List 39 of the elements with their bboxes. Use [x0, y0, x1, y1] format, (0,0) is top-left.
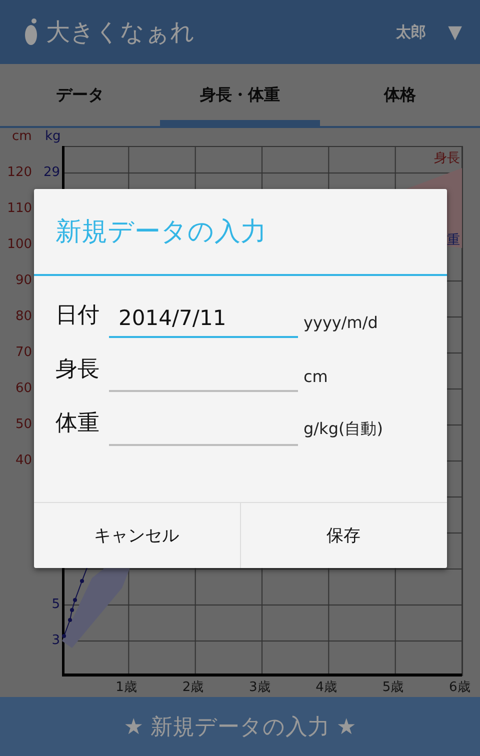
unit-label: g/kg(自動): [304, 418, 383, 440]
user-name[interactable]: 太郎: [396, 22, 426, 42]
cm-unit-label: cm: [12, 130, 32, 143]
input-field[interactable]: 2014/7/11: [108, 300, 298, 338]
field-label: 体重: [56, 410, 100, 438]
age-tick-label: 1歳: [116, 681, 137, 694]
kg-tick-label: 29: [43, 166, 60, 179]
legend-label: 重: [447, 234, 460, 247]
field-label: 身長: [56, 356, 100, 384]
kg-tick-label: 3: [52, 634, 60, 647]
app-title: 大きくなぁれ: [46, 17, 196, 48]
age-tick-label: 5歳: [382, 681, 404, 694]
cm-tick-label: 80: [15, 310, 32, 323]
tab[interactable]: 体格: [320, 64, 480, 126]
dropdown-arrow[interactable]: ▼: [448, 22, 462, 42]
dialog-button[interactable]: キャンセル: [34, 502, 240, 568]
cm-tick-label: 110: [7, 202, 32, 215]
cm-tick-label: 60: [15, 382, 32, 395]
kg-unit-label: kg: [45, 130, 61, 143]
cm-tick-label: 120: [7, 166, 32, 179]
age-tick-label: 3歳: [249, 681, 270, 694]
cm-tick-label: 100: [7, 238, 32, 251]
legend-label: 身長: [434, 152, 460, 165]
cm-tick-label: 50: [15, 418, 32, 431]
age-tick-label: 2歳: [182, 681, 204, 694]
unit-label: cm: [304, 366, 328, 388]
cm-tick-label: 40: [15, 454, 32, 467]
field-label: 日付: [56, 302, 100, 330]
footprint-icon: [22, 18, 38, 46]
dialog-button[interactable]: 保存: [240, 502, 446, 568]
age-tick-label: 4歳: [316, 681, 337, 694]
cm-tick-label: 70: [15, 346, 32, 359]
kg-tick-label: 5: [52, 598, 60, 611]
age-tick-label: 6歳: [449, 681, 470, 694]
cm-tick-label: 90: [15, 274, 32, 287]
new-entry-label[interactable]: ★ 新規データの入力 ★: [124, 712, 356, 742]
unit-label: yyyy/m/d: [304, 312, 378, 334]
dialog-title: 新規データの入力: [56, 216, 266, 248]
tab[interactable]: データ: [0, 64, 160, 126]
